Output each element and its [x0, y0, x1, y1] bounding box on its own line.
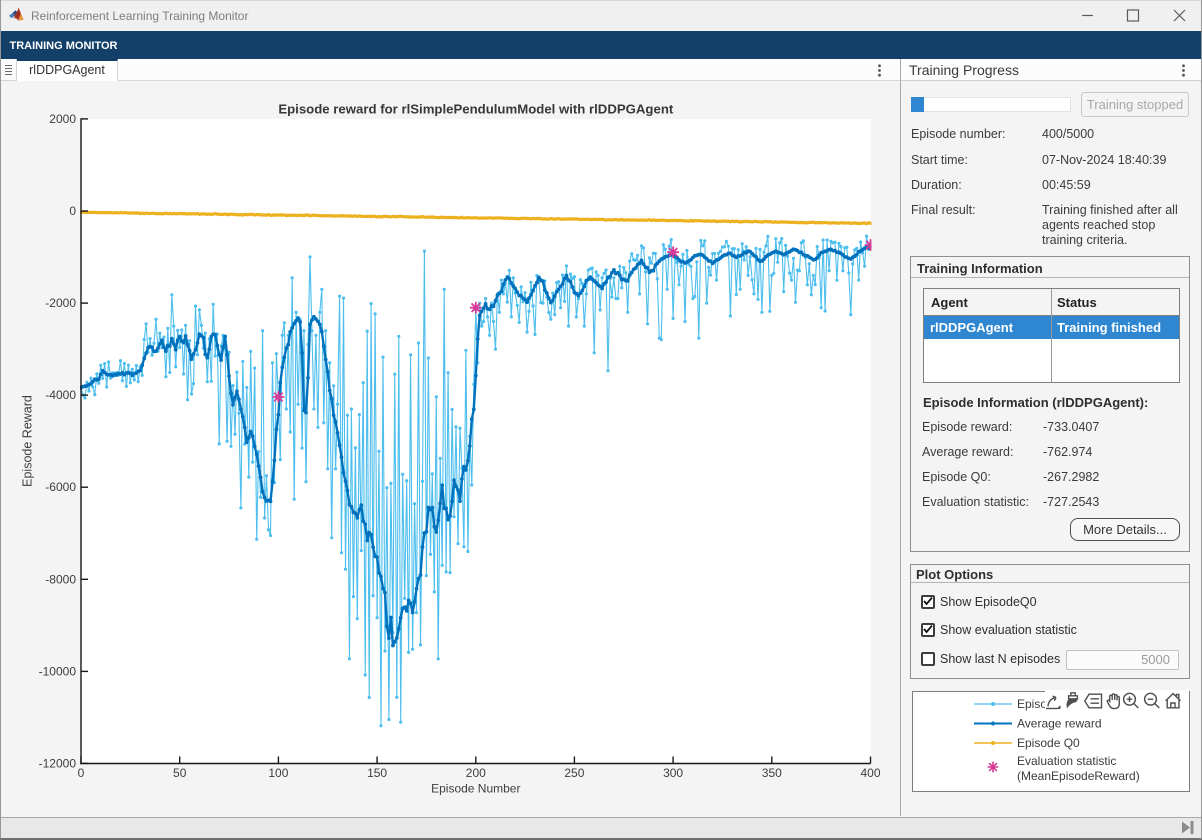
svg-text:200: 200	[466, 766, 486, 780]
svg-text:-12000: -12000	[39, 756, 77, 770]
svg-text:Average reward: Average reward	[1017, 717, 1102, 731]
svg-text:Episode Reward: Episode Reward	[21, 395, 35, 487]
svg-text:50: 50	[173, 766, 187, 780]
svg-text:2000: 2000	[49, 112, 76, 126]
svg-text:-8000: -8000	[45, 572, 76, 586]
svg-text:350: 350	[762, 766, 782, 780]
svg-text:-6000: -6000	[45, 480, 76, 494]
svg-text:-2000: -2000	[45, 296, 76, 310]
svg-text:Episode Q0: Episode Q0	[1017, 736, 1080, 750]
svg-text:0: 0	[78, 766, 85, 780]
svg-text:0: 0	[69, 204, 76, 218]
svg-text:400: 400	[860, 766, 880, 780]
svg-text:-4000: -4000	[45, 388, 76, 402]
svg-text:(MeanEpisodeReward): (MeanEpisodeReward)	[1017, 769, 1140, 783]
svg-text:150: 150	[367, 766, 387, 780]
svg-text:Evaluation statistic: Evaluation statistic	[1017, 754, 1116, 768]
svg-text:Episode Number: Episode Number	[431, 782, 520, 796]
svg-text:100: 100	[268, 766, 288, 780]
svg-text:-10000: -10000	[39, 664, 77, 678]
svg-text:300: 300	[663, 766, 683, 780]
svg-text:250: 250	[564, 766, 584, 780]
svg-text:Episode reward for rlSimplePen: Episode reward for rlSimplePendulumModel…	[278, 102, 674, 117]
